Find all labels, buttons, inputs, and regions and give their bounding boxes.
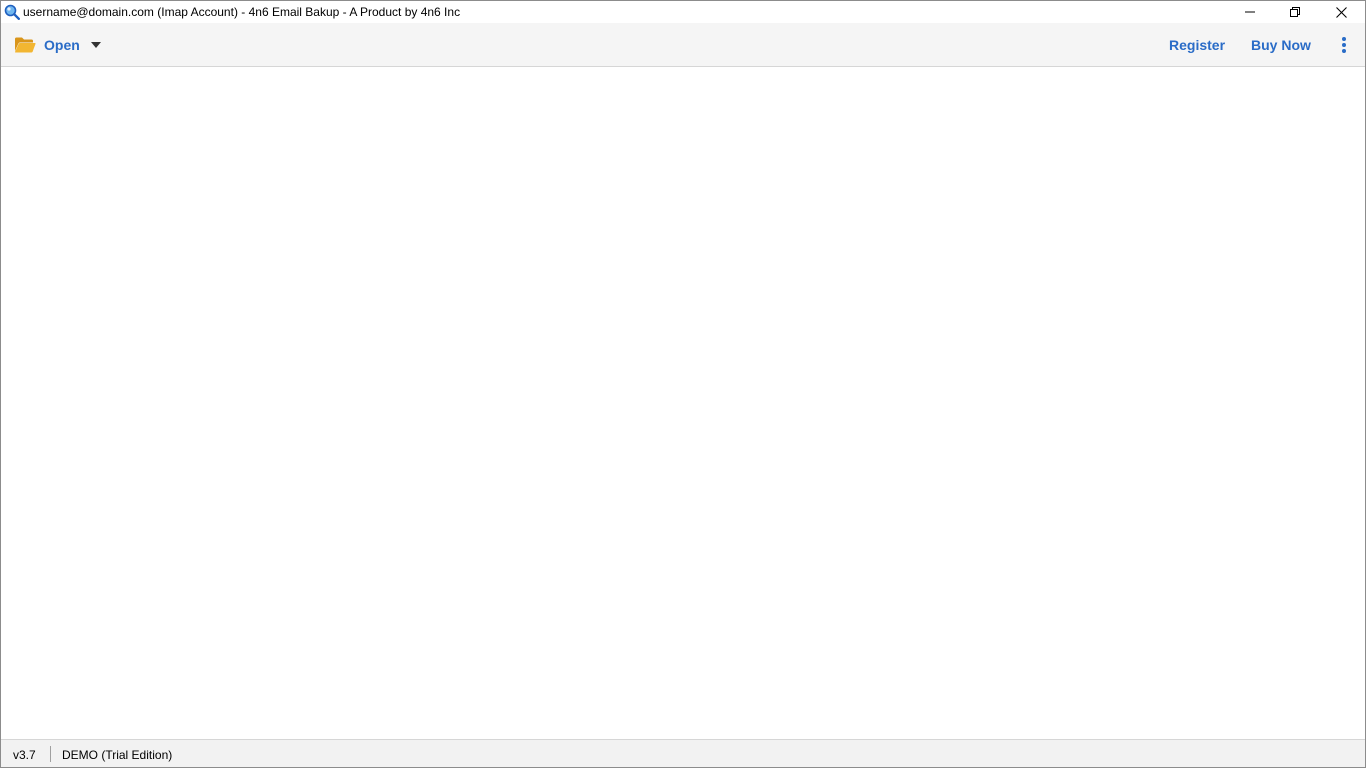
magnifier-icon [4, 4, 20, 20]
open-label: Open [44, 37, 80, 53]
title-bar[interactable]: username@domain.com (Imap Account) - 4n6… [1, 1, 1365, 23]
minimize-button[interactable] [1227, 1, 1273, 23]
main-content-area [1, 68, 1365, 739]
caret-down-icon[interactable] [90, 42, 101, 48]
buy-now-link[interactable]: Buy Now [1251, 37, 1311, 53]
status-divider [50, 746, 51, 762]
app-window: username@domain.com (Imap Account) - 4n6… [0, 0, 1366, 768]
restore-button[interactable] [1272, 1, 1318, 23]
more-vertical-icon [1342, 43, 1346, 47]
edition-label: DEMO (Trial Edition) [62, 748, 173, 762]
status-bar: v3.7 DEMO (Trial Edition) [1, 739, 1365, 767]
window-title: username@domain.com (Imap Account) - 4n6… [23, 5, 461, 19]
version-label: v3.7 [13, 748, 36, 762]
toolbar: Open Register Buy Now [1, 23, 1365, 67]
more-vertical-icon [1342, 49, 1346, 53]
open-button[interactable]: Open [14, 33, 101, 57]
restore-icon [1290, 7, 1300, 17]
register-link[interactable]: Register [1169, 37, 1225, 53]
close-button[interactable] [1318, 1, 1364, 23]
close-icon [1335, 6, 1347, 18]
minimize-icon [1245, 11, 1255, 13]
more-vertical-icon [1342, 37, 1346, 41]
folder-open-icon [15, 37, 36, 53]
more-options-button[interactable] [1335, 35, 1353, 55]
